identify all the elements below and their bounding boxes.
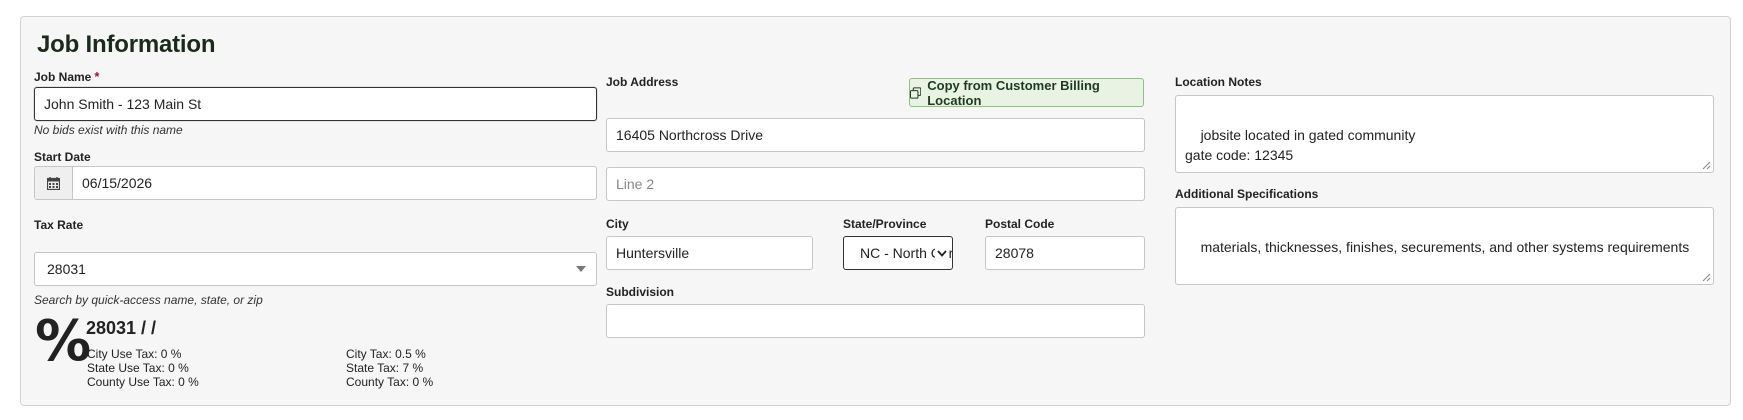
job-name-label: Job Name *: [34, 69, 99, 84]
start-date-input[interactable]: 06/15/2026: [34, 166, 597, 200]
state-label: State/Province: [843, 217, 927, 231]
state-select[interactable]: NC - North Carolina: [843, 236, 953, 270]
tax-rate-value: 28031: [47, 261, 86, 277]
chevron-down-icon: [935, 237, 949, 269]
state-use-tax: State Use Tax: 0 %: [87, 361, 189, 375]
tax-rate-select[interactable]: 28031: [34, 252, 597, 286]
job-name-hint: No bids exist with this name: [34, 123, 183, 137]
section-title: Job Information: [37, 31, 216, 58]
job-name-label-text: Job Name: [34, 70, 92, 84]
location-notes-textarea[interactable]: jobsite located in gated community gate …: [1175, 95, 1714, 173]
job-name-value: John Smith - 123 Main St: [44, 96, 202, 112]
additional-specs-label: Additional Specifications: [1175, 187, 1319, 201]
subdivision-input[interactable]: [606, 304, 1145, 338]
start-date-value: 06/15/2026: [82, 175, 153, 191]
copy-billing-location-button[interactable]: Copy from Customer Billing Location: [909, 77, 1144, 108]
required-icon: *: [94, 69, 100, 84]
state-tax: State Tax: 7 %: [346, 361, 424, 375]
additional-specs-value: materials, thicknesses, finishes, secure…: [1200, 239, 1690, 255]
county-use-tax: County Use Tax: 0 %: [87, 375, 199, 389]
county-tax: County Tax: 0 %: [346, 375, 434, 389]
city-input[interactable]: Huntersville: [606, 236, 813, 270]
additional-specs-textarea[interactable]: materials, thicknesses, finishes, secure…: [1175, 207, 1714, 285]
job-information-panel: Job Information Job Name * John Smith - 1…: [20, 16, 1731, 406]
calendar-icon: [47, 176, 60, 190]
caret-down-icon: [576, 266, 586, 272]
address-line2-input[interactable]: Line 2: [606, 167, 1145, 201]
location-notes-value: jobsite located in gated community gate …: [1185, 127, 1416, 163]
copy-icon: [910, 86, 922, 99]
job-name-input[interactable]: John Smith - 123 Main St: [34, 87, 597, 121]
address-line2-placeholder: Line 2: [616, 176, 655, 192]
city-label: City: [606, 217, 629, 231]
calendar-button[interactable]: [35, 167, 73, 199]
location-notes-label: Location Notes: [1175, 75, 1262, 89]
postal-code-input[interactable]: 28078: [985, 236, 1145, 270]
postal-code-label: Postal Code: [985, 217, 1055, 231]
job-address-label: Job Address: [606, 75, 679, 89]
postal-code-value: 28078: [995, 245, 1034, 261]
address-line1-input[interactable]: 16405 Northcross Drive: [606, 118, 1145, 152]
tax-rate-heading: 28031 / /: [86, 318, 157, 338]
resize-handle-icon[interactable]: [1702, 273, 1711, 282]
subdivision-label: Subdivision: [606, 285, 675, 299]
copy-button-label: Copy from Customer Billing Location: [927, 77, 1100, 108]
address-line1-value: 16405 Northcross Drive: [616, 127, 764, 143]
start-date-label: Start Date: [34, 150, 91, 164]
resize-handle-icon[interactable]: [1702, 161, 1711, 170]
city-value: Huntersville: [616, 245, 690, 261]
tax-rate-label: Tax Rate: [34, 218, 84, 232]
percent-icon: %: [35, 309, 92, 374]
city-use-tax: City Use Tax: 0 %: [87, 347, 182, 361]
tax-rate-hint: Search by quick-access name, state, or z…: [34, 293, 263, 307]
city-tax: City Tax: 0.5 %: [346, 347, 426, 361]
